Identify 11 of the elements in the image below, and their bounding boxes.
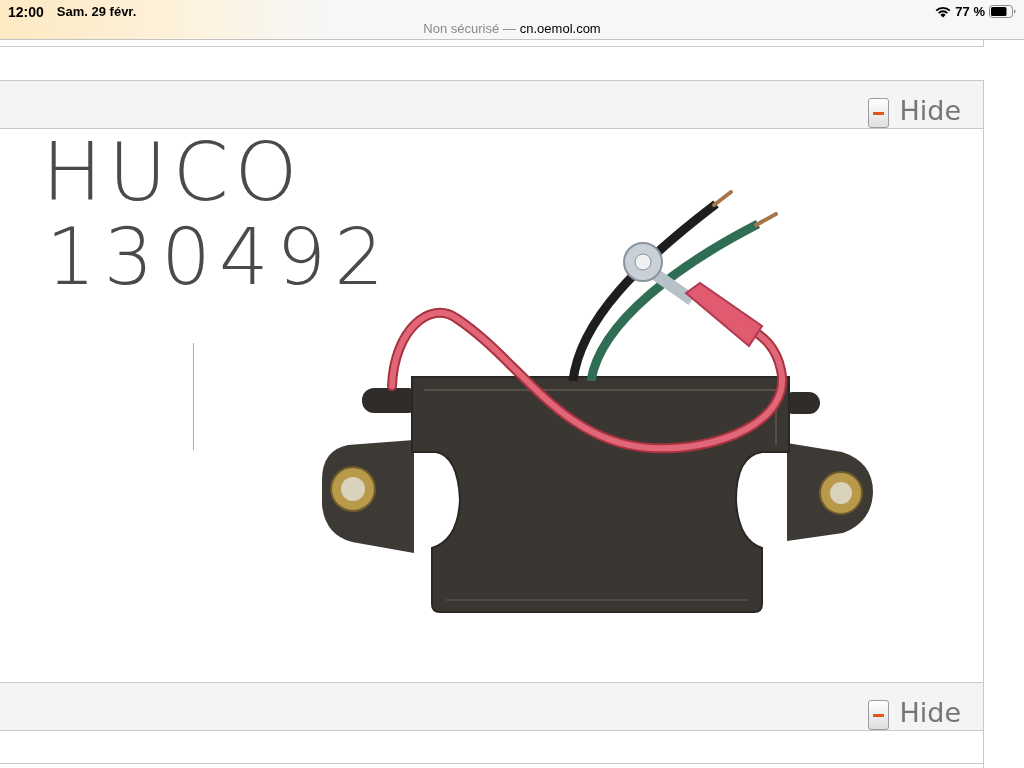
url-text[interactable]: cn.oemol.com: [519, 22, 601, 35]
hide-button[interactable]: Hide: [868, 699, 961, 730]
status-time: 12:00: [8, 4, 44, 19]
handwritten-text: HUCO: [42, 133, 304, 213]
battery-icon: [989, 5, 1016, 18]
wifi-icon: [935, 5, 952, 18]
security-label: Non sécurisé —: [423, 22, 516, 35]
hide-button[interactable]: Hide: [868, 97, 961, 128]
status-date: Sam. 29 févr.: [56, 5, 137, 18]
handwritten-text: 130492: [46, 218, 392, 296]
battery-percentage: 77 %: [955, 5, 985, 18]
